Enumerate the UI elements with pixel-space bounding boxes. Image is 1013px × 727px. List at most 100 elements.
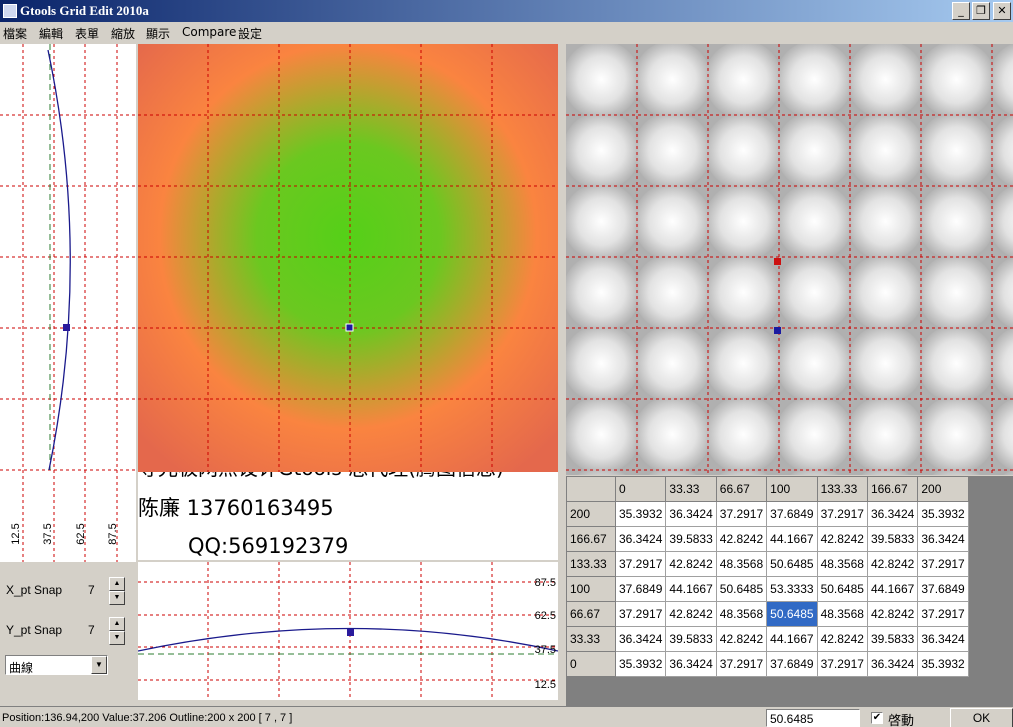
row-header[interactable]: 33.33 (566, 626, 616, 652)
ok-button[interactable]: OK (950, 708, 1013, 727)
table-cell[interactable]: 37.2917 (816, 651, 868, 677)
row-header[interactable]: 100 (566, 576, 616, 602)
table-cell[interactable]: 44.1667 (665, 576, 717, 602)
table-cell[interactable]: 36.3424 (866, 501, 919, 527)
table-cell[interactable]: 35.3932 (917, 651, 969, 677)
spin-down-icon[interactable]: ▼ (109, 591, 125, 605)
table-cell[interactable]: 42.8242 (866, 601, 919, 627)
profile-marker[interactable] (347, 629, 354, 636)
x-snap-value[interactable]: 7 (88, 583, 95, 597)
row-header[interactable]: 0 (566, 651, 616, 677)
close-button[interactable]: ✕ (993, 2, 1011, 20)
table-cell[interactable]: 39.5833 (866, 626, 919, 652)
table-cell[interactable]: 39.5833 (665, 626, 717, 652)
dot-pattern-panel[interactable] (566, 44, 1013, 475)
left-profile-panel[interactable]: 12.5 37.5 62.5 87.5 (0, 44, 136, 562)
table-cell[interactable]: 50.6485 (715, 576, 768, 602)
selected-dot-marker[interactable] (774, 258, 781, 265)
x-snap-spinner[interactable]: ▲ ▼ (109, 577, 125, 605)
column-header[interactable]: 166.67 (866, 476, 919, 502)
table-cell[interactable]: 42.8242 (665, 601, 717, 627)
table-cell[interactable]: 37.2917 (816, 501, 868, 527)
value-field[interactable]: 50.6485 (766, 709, 860, 727)
cursor-dot-marker[interactable] (774, 327, 781, 334)
table-cell[interactable]: 42.8242 (816, 526, 868, 552)
table-cell[interactable]: 53.3333 (766, 576, 818, 602)
row-header[interactable]: 166.67 (566, 526, 616, 552)
row-header[interactable]: 133.33 (566, 551, 616, 577)
maximize-button[interactable]: ❐ (972, 2, 990, 20)
table-cell[interactable]: 37.2917 (917, 551, 969, 577)
table-cell[interactable]: 36.3424 (866, 651, 919, 677)
table-cell[interactable]: 36.3424 (917, 526, 969, 552)
table-cell[interactable]: 37.2917 (917, 601, 969, 627)
curve-select[interactable]: 曲線 ▼ (5, 655, 108, 675)
minimize-button[interactable]: _ (952, 2, 970, 20)
table-cell[interactable]: 35.3932 (614, 501, 667, 527)
table-cell[interactable]: 37.2917 (614, 601, 667, 627)
y-snap-value[interactable]: 7 (88, 623, 95, 637)
table-cell[interactable]: 42.8242 (866, 551, 919, 577)
menu-view[interactable]: 顯示 (146, 25, 170, 42)
table-cell[interactable]: 39.5833 (866, 526, 919, 552)
column-header[interactable]: 33.33 (665, 476, 717, 502)
table-cell[interactable]: 42.8242 (816, 626, 868, 652)
table-cell[interactable]: 37.6849 (614, 576, 667, 602)
table-cell[interactable]: 36.3424 (917, 626, 969, 652)
menu-form[interactable]: 表單 (75, 25, 99, 42)
menu-compare[interactable]: Compare (182, 25, 236, 39)
spin-down-icon[interactable]: ▼ (109, 631, 125, 645)
table-cell[interactable]: 37.2917 (614, 551, 667, 577)
profile-marker[interactable] (63, 324, 70, 331)
table-cell[interactable]: 37.6849 (766, 501, 818, 527)
y-snap-spinner[interactable]: ▲ ▼ (109, 617, 125, 645)
table-cell[interactable]: 35.3932 (917, 501, 969, 527)
column-header[interactable] (566, 476, 616, 502)
table-cell[interactable]: 48.3568 (816, 551, 868, 577)
row-header[interactable]: 200 (566, 501, 616, 527)
table-cell[interactable]: 37.6849 (917, 576, 969, 602)
chevron-down-icon[interactable]: ▼ (91, 656, 107, 674)
spin-up-icon[interactable]: ▲ (109, 617, 125, 631)
title-bar[interactable]: Gtools Grid Edit 2010a _ ❐ ✕ (0, 0, 1013, 22)
table-cell[interactable]: 37.2917 (715, 651, 768, 677)
table-cell[interactable]: 44.1667 (766, 626, 818, 652)
menu-zoom[interactable]: 縮放 (111, 25, 135, 42)
menu-settings[interactable]: 設定 (238, 25, 262, 42)
table-cell[interactable]: 48.3568 (715, 601, 768, 627)
table-cell[interactable]: 37.6849 (766, 651, 818, 677)
enable-checkbox-label: 啓動 (888, 713, 915, 727)
table-cell[interactable]: 42.8242 (715, 526, 768, 552)
table-cell[interactable]: 37.2917 (715, 501, 768, 527)
table-cell[interactable]: 42.8242 (715, 626, 768, 652)
table-cell[interactable]: 44.1667 (866, 576, 919, 602)
column-header[interactable]: 133.33 (816, 476, 868, 502)
menu-file[interactable]: 檔案 (3, 25, 27, 42)
table-cell[interactable]: 36.3424 (665, 651, 717, 677)
table-cell[interactable]: 50.6485 (816, 576, 868, 602)
column-header[interactable]: 200 (917, 476, 969, 502)
column-header[interactable]: 0 (614, 476, 667, 502)
table-cell[interactable]: 36.3424 (614, 626, 667, 652)
bottom-profile-panel[interactable]: 87.5 62.5 37.5 12.5 (138, 562, 558, 700)
column-header[interactable]: 66.67 (715, 476, 768, 502)
table-row: 133.33 37.2917 42.8242 48.3568 50.6485 48.356… (566, 551, 969, 577)
table-cell[interactable]: 42.8242 (665, 551, 717, 577)
table-cell[interactable]: 48.3568 (715, 551, 768, 577)
table-cell[interactable]: 39.5833 (665, 526, 717, 552)
tick-label: 37.5 (535, 644, 556, 656)
table-cell[interactable]: 44.1667 (766, 526, 818, 552)
enable-checkbox[interactable]: ✔ (871, 712, 883, 724)
spin-up-icon[interactable]: ▲ (109, 577, 125, 591)
table-cell[interactable]: 50.6485 (766, 551, 818, 577)
table-cell[interactable]: 48.3568 (816, 601, 868, 627)
column-header[interactable]: 100 (766, 476, 818, 502)
table-cell[interactable]: 36.3424 (614, 526, 667, 552)
selected-table-cell[interactable]: 50.6485 (766, 601, 818, 627)
heatmap-panel[interactable] (138, 44, 558, 472)
menu-edit[interactable]: 編輯 (39, 25, 63, 42)
table-cell[interactable]: 36.3424 (665, 501, 717, 527)
row-header[interactable]: 66.67 (566, 601, 616, 627)
cursor-marker[interactable] (345, 323, 354, 332)
table-cell[interactable]: 35.3932 (614, 651, 667, 677)
